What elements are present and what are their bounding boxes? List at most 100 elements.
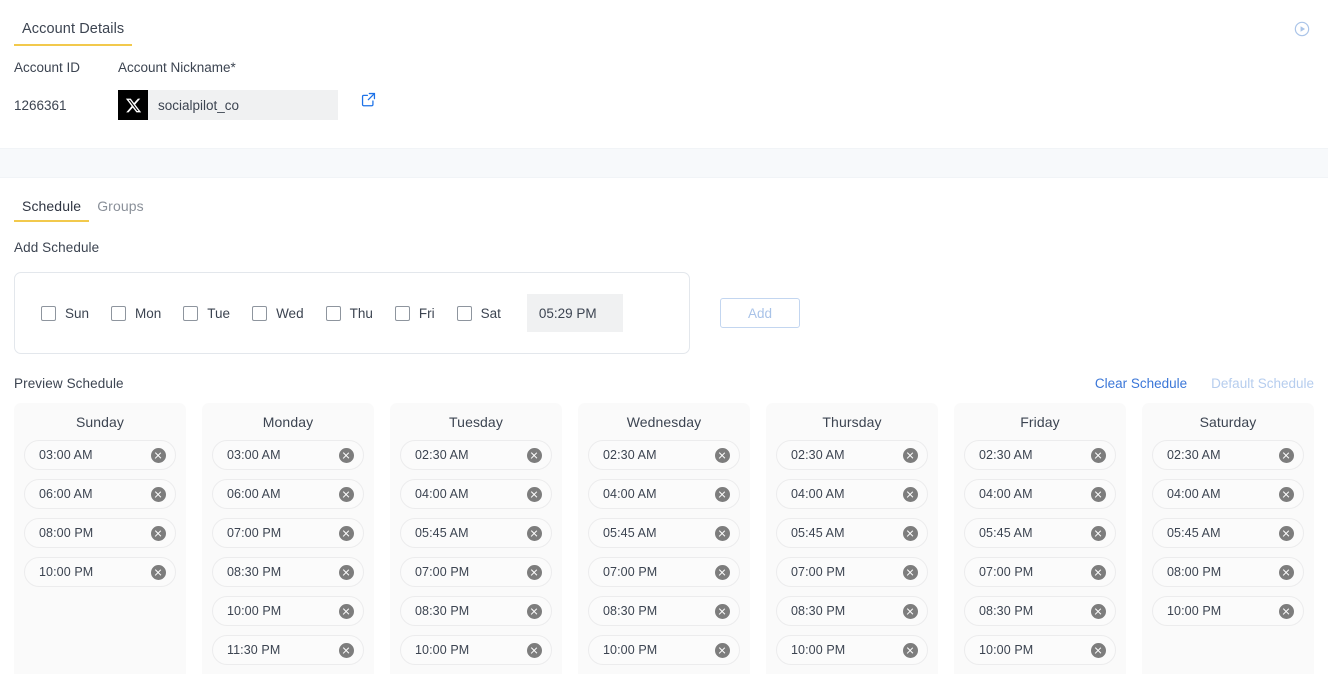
account-nickname-field: Account Nickname* xyxy=(118,60,338,120)
remove-time-slot-icon[interactable] xyxy=(1279,603,1294,619)
remove-time-slot-icon[interactable] xyxy=(715,447,730,463)
preview-actions: Clear Schedule Default Schedule xyxy=(1095,376,1314,391)
tab-schedule[interactable]: Schedule xyxy=(14,198,90,222)
time-slot-label: 10:00 PM xyxy=(791,643,846,657)
nickname-input-group xyxy=(118,90,338,120)
time-slot: 04:00 AM xyxy=(776,479,928,509)
account-nickname-input[interactable] xyxy=(148,90,338,120)
tab-groups[interactable]: Groups xyxy=(89,198,152,222)
add-schedule-button[interactable]: Add xyxy=(720,298,800,328)
remove-time-slot-icon[interactable] xyxy=(527,603,542,619)
remove-time-slot-icon[interactable] xyxy=(339,486,354,502)
tab-account-details[interactable]: Account Details xyxy=(14,21,133,46)
remove-time-slot-icon[interactable] xyxy=(1279,486,1294,502)
checkbox-mon[interactable]: Mon xyxy=(111,305,161,321)
remove-time-slot-icon[interactable] xyxy=(527,642,542,658)
remove-time-slot-icon[interactable] xyxy=(903,642,918,658)
checkbox-label-sat: Sat xyxy=(480,305,501,321)
remove-time-slot-icon[interactable] xyxy=(527,525,542,541)
remove-time-slot-icon[interactable] xyxy=(339,564,354,580)
day-column-friday: Friday 02:30 AM 04:00 AM 05:45 AM 07:00 PM 08… xyxy=(954,403,1126,674)
remove-time-slot-icon[interactable] xyxy=(1279,447,1294,463)
time-slot: 07:00 PM xyxy=(400,557,552,587)
checkbox-thu[interactable]: Thu xyxy=(325,305,373,321)
remove-time-slot-icon[interactable] xyxy=(1279,525,1294,541)
remove-time-slot-icon[interactable] xyxy=(903,486,918,502)
time-slot-label: 08:30 PM xyxy=(415,604,470,618)
time-slot-label: 10:00 PM xyxy=(227,604,282,618)
time-slot: 10:00 PM xyxy=(964,635,1116,665)
time-slot: 07:00 PM xyxy=(588,557,740,587)
checkbox-box-sat[interactable] xyxy=(456,305,472,321)
preview-schedule-header: Preview Schedule Clear Schedule Default … xyxy=(14,376,1314,391)
remove-time-slot-icon[interactable] xyxy=(715,525,730,541)
checkbox-box-thu[interactable] xyxy=(325,305,341,321)
time-slot: 08:30 PM xyxy=(212,557,364,587)
remove-time-slot-icon[interactable] xyxy=(1091,447,1106,463)
time-slot-label: 02:30 AM xyxy=(979,448,1033,462)
time-slot: 08:30 PM xyxy=(588,596,740,626)
account-details-section: Account Details Account ID 1266361 Accou… xyxy=(0,0,1328,148)
remove-time-slot-icon[interactable] xyxy=(715,486,730,502)
account-id-value: 1266361 xyxy=(14,98,67,113)
time-slot: 03:00 AM xyxy=(24,440,176,470)
clear-schedule-link[interactable]: Clear Schedule xyxy=(1095,376,1187,391)
remove-time-slot-icon[interactable] xyxy=(1091,486,1106,502)
time-slot-label: 10:00 PM xyxy=(603,643,658,657)
schedule-days-grid: Sunday 03:00 AM 06:00 AM 08:00 PM 10:00 PM Mo… xyxy=(14,403,1314,674)
day-column-thursday: Thursday 02:30 AM 04:00 AM 05:45 AM 07:00 PM… xyxy=(766,403,938,674)
checkbox-fri[interactable]: Fri xyxy=(394,305,435,321)
remove-time-slot-icon[interactable] xyxy=(1091,642,1106,658)
remove-time-slot-icon[interactable] xyxy=(1279,564,1294,580)
default-schedule-link[interactable]: Default Schedule xyxy=(1211,376,1314,391)
checkbox-tue[interactable]: Tue xyxy=(183,305,230,321)
remove-time-slot-icon[interactable] xyxy=(715,603,730,619)
time-slot-label: 05:45 AM xyxy=(1167,526,1221,540)
remove-time-slot-icon[interactable] xyxy=(151,486,166,502)
time-slot-label: 04:00 AM xyxy=(791,487,845,501)
checkbox-wed[interactable]: Wed xyxy=(252,305,304,321)
spacer-label xyxy=(338,60,378,75)
remove-time-slot-icon[interactable] xyxy=(339,603,354,619)
remove-time-slot-icon[interactable] xyxy=(1091,603,1106,619)
remove-time-slot-icon[interactable] xyxy=(151,564,166,580)
remove-time-slot-icon[interactable] xyxy=(715,564,730,580)
time-slot: 05:45 AM xyxy=(964,518,1116,548)
remove-time-slot-icon[interactable] xyxy=(339,447,354,463)
remove-time-slot-icon[interactable] xyxy=(151,525,166,541)
remove-time-slot-icon[interactable] xyxy=(339,525,354,541)
remove-time-slot-icon[interactable] xyxy=(903,525,918,541)
schedule-tabbar: Schedule Groups xyxy=(14,178,1314,222)
remove-time-slot-icon[interactable] xyxy=(527,486,542,502)
checkbox-box-fri[interactable] xyxy=(394,305,410,321)
time-slot-label: 04:00 AM xyxy=(603,487,657,501)
schedule-time-input[interactable] xyxy=(526,294,623,332)
remove-time-slot-icon[interactable] xyxy=(151,447,166,463)
day-column-title: Friday xyxy=(1020,414,1060,430)
remove-time-slot-icon[interactable] xyxy=(903,603,918,619)
checkbox-box-tue[interactable] xyxy=(183,305,199,321)
remove-time-slot-icon[interactable] xyxy=(903,447,918,463)
time-slot: 04:00 AM xyxy=(964,479,1116,509)
checkbox-sat[interactable]: Sat xyxy=(456,305,501,321)
time-slot: 06:00 AM xyxy=(212,479,364,509)
remove-time-slot-icon[interactable] xyxy=(903,564,918,580)
external-link-icon[interactable] xyxy=(360,90,378,108)
checkbox-box-wed[interactable] xyxy=(252,305,268,321)
remove-time-slot-icon[interactable] xyxy=(339,642,354,658)
preview-schedule-title: Preview Schedule xyxy=(14,376,124,391)
time-slot-label: 03:00 AM xyxy=(39,448,93,462)
time-slot: 02:30 AM xyxy=(964,440,1116,470)
remove-time-slot-icon[interactable] xyxy=(1091,525,1106,541)
remove-time-slot-icon[interactable] xyxy=(1091,564,1106,580)
remove-time-slot-icon[interactable] xyxy=(715,642,730,658)
checkbox-box-sun[interactable] xyxy=(41,305,56,321)
add-schedule-label: Add Schedule xyxy=(14,240,100,255)
remove-time-slot-icon[interactable] xyxy=(527,564,542,580)
time-slot-label: 05:45 AM xyxy=(979,526,1033,540)
checkbox-sun[interactable]: Sun xyxy=(41,305,89,321)
checkbox-box-mon[interactable] xyxy=(111,305,127,321)
remove-time-slot-icon[interactable] xyxy=(527,447,542,463)
play-circle-icon[interactable] xyxy=(1293,20,1311,38)
time-slot-label: 08:30 PM xyxy=(603,604,658,618)
